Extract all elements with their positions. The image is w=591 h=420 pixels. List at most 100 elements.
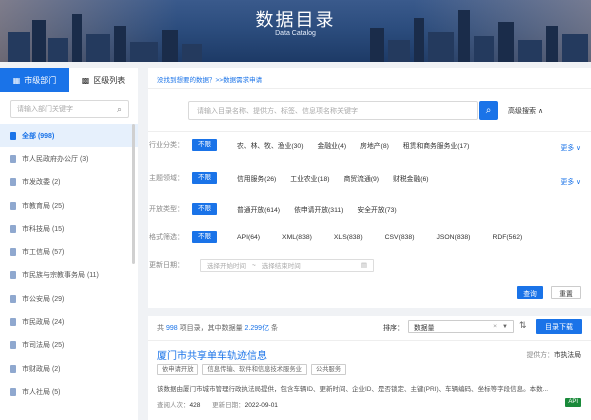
filter-option[interactable]: 安全开放(73) <box>357 204 396 214</box>
sort-value: 数据量 <box>414 324 435 332</box>
filter-option[interactable]: 依申请开放(311) <box>294 204 343 214</box>
department-label: 市教育局 (25) <box>22 202 65 210</box>
results-summary: 共 998 项目录，其中数据量 2.299亿 条 <box>157 323 278 333</box>
filter-option[interactable]: 普通开放(614) <box>237 204 280 214</box>
search-placeholder: 请输入部门关键字 <box>17 106 73 113</box>
sidebar: ▦ 市级部门 ▩ 区级列表 请输入部门关键字 ⌕ 全部 (998) 市人民政府办… <box>0 68 138 420</box>
filter-chip-unlimited[interactable]: 不限 <box>192 139 217 151</box>
tab-district-list[interactable]: ▩ 区级列表 <box>69 68 138 92</box>
result-description: 该数据由厦门市城市管理行政执法局提供，包含车辆ID、更新时间、企业ID、是否锁定… <box>157 386 549 393</box>
chevron-down-icon: ▼ <box>502 323 508 330</box>
document-icon <box>10 271 16 280</box>
document-icon <box>10 131 16 140</box>
department-label: 市公安局 (29) <box>22 295 65 303</box>
result-provider: 提供方：市执法局 <box>527 349 581 359</box>
advanced-search-toggle[interactable]: 高级搜索 ∧ <box>508 106 543 116</box>
department-label: 市民政局 (24) <box>22 319 65 327</box>
filter-chip-unlimited[interactable]: 不限 <box>192 203 217 215</box>
tag: 依申请开放 <box>157 364 199 375</box>
department-item-all[interactable]: 全部 (998) <box>0 124 138 148</box>
department-search-input[interactable]: 请输入部门关键字 ⌕ <box>10 100 129 118</box>
department-item[interactable]: 市财政局 (2) <box>0 357 138 380</box>
filter-option[interactable]: JSON(838) <box>436 234 470 241</box>
filter-option[interactable]: 商贸流通(9) <box>344 173 380 183</box>
filter-label: 格式筛选： <box>149 234 184 241</box>
updated-label: 更新日期： <box>212 402 245 409</box>
tab-label: 市级部门 <box>24 75 57 85</box>
date-separator: ~ <box>252 261 256 269</box>
more-button[interactable]: 更多 ∨ <box>561 176 581 186</box>
provider-label: 提供方： <box>526 352 554 359</box>
filter-panel: 没找到想要的数据？>>数据需求申请 请输入目录名称、提供方、标签、信息项名称关键… <box>148 68 591 308</box>
sort-label: 排序： <box>383 325 404 332</box>
tab-city-departments[interactable]: ▦ 市级部门 <box>0 68 69 92</box>
department-item[interactable]: 市发改委 (2) <box>0 171 138 194</box>
filter-option[interactable]: XML(838) <box>282 234 312 241</box>
query-button[interactable]: 查询 <box>517 286 543 299</box>
department-item[interactable]: 市公安局 (29) <box>0 287 138 310</box>
filter-option[interactable]: 信用服务(26) <box>237 173 276 183</box>
views-label: 查阅人次： <box>157 402 190 409</box>
department-item[interactable]: 市教育局 (25) <box>0 194 138 217</box>
search-icon: ⌕ <box>485 105 492 116</box>
provider-value: 市执法局 <box>553 352 581 359</box>
sidebar-scrollbar[interactable] <box>132 124 135 264</box>
department-item[interactable]: 市人社局 (5) <box>0 380 138 403</box>
summary-text: 条 <box>271 325 279 332</box>
catalog-download-button[interactable]: 目录下载 <box>536 319 582 334</box>
search-icon[interactable]: ⌕ <box>117 104 122 115</box>
format-badge: API <box>565 398 581 407</box>
filter-chip-unlimited[interactable]: 不限 <box>192 172 217 184</box>
more-button[interactable]: 更多 ∨ <box>561 142 581 152</box>
filter-option[interactable]: 房地产(8) <box>360 140 389 150</box>
data-request-link[interactable]: 没找到想要的数据？>>数据需求申请 <box>157 74 262 84</box>
department-item[interactable]: 市民政局 (24) <box>0 310 138 333</box>
document-icon <box>10 294 16 303</box>
clear-icon[interactable]: × <box>493 323 497 330</box>
filter-option[interactable]: RDF(562) <box>492 234 522 241</box>
document-icon <box>10 341 16 350</box>
result-tags: 依申请开放 信息传输、软件和信息技术服务业 公共服务 <box>157 364 347 375</box>
filter-chip-unlimited[interactable]: 不限 <box>192 231 217 243</box>
calendar-icon: ▤ <box>360 262 367 269</box>
reset-button[interactable]: 重置 <box>551 286 581 299</box>
department-item[interactable]: 市工信局 (57) <box>0 240 138 263</box>
page-title: 数据目录 <box>255 10 336 30</box>
department-item[interactable]: 市司法局 (25) <box>0 334 138 357</box>
department-label: 市人民政府办公厅 (3) <box>22 155 89 163</box>
date-range-picker[interactable]: 选择开始时间 ~ 选择结束时间 ▤ <box>200 258 374 272</box>
divider <box>148 340 591 341</box>
filter-option[interactable]: XLS(838) <box>334 234 363 241</box>
document-icon <box>10 224 16 233</box>
department-item[interactable]: 市民族与宗教事务局 (11) <box>0 264 138 287</box>
department-label: 市工信局 (57) <box>22 249 65 257</box>
filter-option[interactable]: API(64) <box>237 234 260 241</box>
department-label: 市司法局 (25) <box>22 342 65 350</box>
filter-label: 行业分类： <box>149 142 184 149</box>
catalog-search-input[interactable]: 请输入目录名称、提供方、标签、信息项名称关键字 <box>188 101 478 120</box>
grid-icon: ▩ <box>81 75 90 85</box>
search-button[interactable]: ⌕ <box>479 101 498 120</box>
department-item[interactable]: 市科技局 (15) <box>0 217 138 240</box>
filter-option[interactable]: 工业农业(18) <box>290 173 329 183</box>
updated-value: 2022-09-01 <box>244 402 278 409</box>
filter-row-open-type: 开放类型： 不限 普通开放(614) 依申请开放(311) 安全开放(73) <box>148 196 591 222</box>
page-subtitle: Data Catalog <box>275 30 316 37</box>
department-label: 市财政局 (2) <box>22 365 61 373</box>
sort-select[interactable]: 数据量 × ▼ <box>408 320 514 333</box>
document-icon <box>10 318 16 327</box>
sort-order-icon[interactable]: ⇅ <box>519 320 527 331</box>
date-end-placeholder: 选择结束时间 <box>261 263 301 270</box>
filter-option[interactable]: 农、林、牧、渔业(30) <box>237 140 303 150</box>
filter-row-date: 更新日期： 选择开始时间 ~ 选择结束时间 ▤ <box>148 252 591 278</box>
filter-option[interactable]: 金融业(4) <box>317 140 346 150</box>
filter-option[interactable]: 租赁和商务服务业(17) <box>403 140 469 150</box>
document-icon <box>10 178 16 187</box>
result-title[interactable]: 厦门市共享单车轨迹信息 <box>157 347 267 362</box>
department-item[interactable]: 市人民政府办公厅 (3) <box>0 147 138 170</box>
document-icon <box>10 154 16 163</box>
banner: 数据目录 Data Catalog <box>0 0 591 62</box>
filter-option[interactable]: 财税金融(6) <box>393 173 429 183</box>
result-meta: 查阅人次：428 更新日期：2022-09-01 <box>157 399 278 409</box>
filter-option[interactable]: CSV(838) <box>385 234 415 241</box>
